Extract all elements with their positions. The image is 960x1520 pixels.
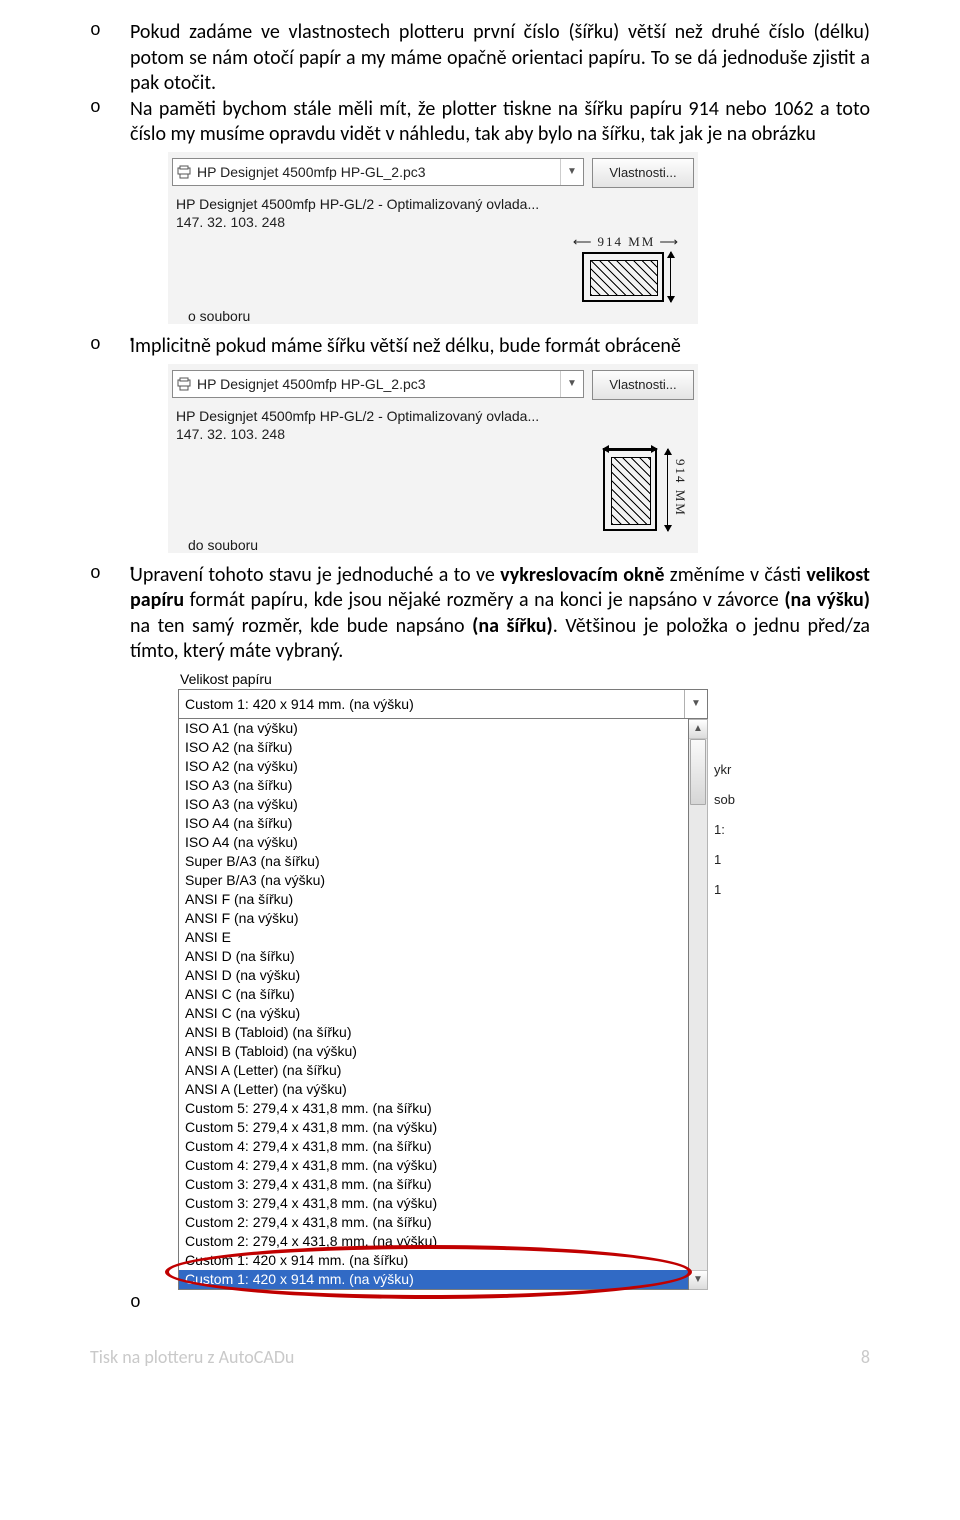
plotter-icon [177, 377, 191, 391]
paper-size-option[interactable]: ANSI D (na výšku) [179, 966, 688, 985]
scrollbar[interactable]: ▲ ▼ [689, 719, 708, 1290]
paper-size-option[interactable]: ISO A2 (na výšku) [179, 757, 688, 776]
properties-button-2[interactable]: Vlastnosti... [592, 370, 694, 400]
bullet-4: Upravení tohoto stavu je jednoduché a to… [90, 563, 870, 665]
ip-label-2: 147. 32. 103. 248 [168, 426, 698, 444]
chevron-down-icon[interactable]: ▼ [560, 371, 583, 397]
bullet-1-text: Pokud zadáme ve vlastnostech plotteru pr… [130, 20, 870, 95]
paper-size-option[interactable]: Super B/A3 (na výšku) [179, 871, 688, 890]
driver-label-2: HP Designjet 4500mfp HP-GL/2 - Optimaliz… [168, 404, 698, 426]
properties-button-label-2: Vlastnosti... [609, 377, 676, 392]
paper-size-option[interactable]: ISO A2 (na šířku) [179, 738, 688, 757]
paper-size-option[interactable]: Custom 1: 420 x 914 mm. (na výšku) [179, 1270, 688, 1289]
paper-preview: ⟵914 MM⟶ [573, 234, 680, 302]
ip-label: 147. 32. 103. 248 [168, 214, 698, 232]
fragment-label: o souboru [168, 308, 698, 324]
obscured-label: 1 [714, 875, 744, 905]
paper-width-label: 914 MM [597, 234, 655, 250]
paper-size-option[interactable]: ANSI A (Letter) (na šířku) [179, 1061, 688, 1080]
paper-height-label: 914 MM [672, 459, 688, 517]
paper-size-option[interactable]: ANSI C (na výšku) [179, 1004, 688, 1023]
bullet-2-text: Na paměti bychom stále měli mít, že plot… [130, 97, 870, 147]
b4-pre: Upravení tohoto stavu je jednoduché a to… [130, 563, 500, 587]
obscured-label: sob [714, 785, 744, 815]
b4-bold3: (na výšku) [784, 588, 870, 612]
plotter-icon [177, 165, 191, 179]
paper-size-option[interactable]: ISO A4 (na šířku) [179, 814, 688, 833]
paper-size-option[interactable]: ANSI E [179, 928, 688, 947]
paper-size-combobox[interactable]: Custom 1: 420 x 914 mm. (na výšku) ▼ [178, 689, 708, 719]
paper-size-option[interactable]: ANSI B (Tabloid) (na výšku) [179, 1042, 688, 1061]
footer-page-number: 8 [861, 1346, 870, 1368]
b4-mid1: změníme v části [664, 563, 806, 587]
properties-button[interactable]: Vlastnosti... [592, 158, 694, 188]
paper-size-option[interactable]: Custom 2: 279,4 x 431,8 mm. (na šířku) [179, 1213, 688, 1232]
paper-size-option[interactable]: Custom 2: 279,4 x 431,8 mm. (na výšku) [179, 1232, 688, 1251]
driver-label: HP Designjet 4500mfp HP-GL/2 - Optimaliz… [168, 192, 698, 214]
b4-bold1: vykreslovacím okně [500, 563, 664, 587]
paper-size-list[interactable]: ISO A1 (na výšku)ISO A2 (na šířku)ISO A2… [178, 719, 689, 1290]
paper-size-group: Velikost papíru Custom 1: 420 x 914 mm. … [178, 671, 708, 1290]
obscured-label: 1: [714, 815, 744, 845]
page-footer: Tisk na plotteru z AutoCADu 8 [0, 1322, 960, 1378]
paper-size-option[interactable]: Super B/A3 (na šířku) [179, 852, 688, 871]
obscured-right-labels: ykrsob1:11 [714, 755, 744, 905]
plotter-combo-value-2: HP Designjet 4500mfp HP-GL_2.pc3 [197, 376, 426, 392]
scroll-down-icon[interactable]: ▼ [689, 1270, 707, 1289]
bullet-1: Pokud zadáme ve vlastnostech plotteru pr… [90, 20, 870, 97]
paper-size-option[interactable]: ANSI F (na výšku) [179, 909, 688, 928]
b4-mid3: na ten samý rozměr, kde bude napsáno [130, 614, 472, 638]
paper-size-option[interactable]: ISO A4 (na výšku) [179, 833, 688, 852]
paper-size-option[interactable]: Custom 3: 279,4 x 431,8 mm. (na výšku) [179, 1194, 688, 1213]
plotter-combobox[interactable]: HP Designjet 4500mfp HP-GL_2.pc3 ▼ [172, 158, 584, 186]
plotter-panel-landscape: HP Designjet 4500mfp HP-GL_2.pc3 ▼ Vlast… [168, 152, 698, 324]
scrollbar-thumb[interactable] [690, 739, 706, 805]
plotter-combo-value: HP Designjet 4500mfp HP-GL_2.pc3 [197, 164, 426, 180]
paper-size-option[interactable]: ANSI C (na šířku) [179, 985, 688, 1004]
paper-size-option[interactable]: ISO A3 (na výšku) [179, 795, 688, 814]
bullet-2: Na paměti bychom stále měli mít, že plot… [90, 97, 870, 148]
sub-bullet-spacer-1 [130, 326, 870, 334]
footer-title: Tisk na plotteru z AutoCADu [90, 1346, 294, 1368]
paper-size-option[interactable]: Custom 3: 279,4 x 431,8 mm. (na šířku) [179, 1175, 688, 1194]
paper-size-option[interactable]: ANSI D (na šířku) [179, 947, 688, 966]
plotter-combobox-2[interactable]: HP Designjet 4500mfp HP-GL_2.pc3 ▼ [172, 370, 584, 398]
plotter-panel-portrait: HP Designjet 4500mfp HP-GL_2.pc3 ▼ Vlast… [168, 364, 698, 553]
obscured-label: ykr [714, 755, 744, 785]
paper-size-option[interactable]: ISO A3 (na šířku) [179, 776, 688, 795]
bullet-3: Implicitně pokud máme šířku větší než dé… [90, 334, 870, 360]
b4-bold4: (na šířku) [472, 614, 553, 638]
scrollbar-track[interactable] [689, 739, 707, 1270]
chevron-down-icon[interactable]: ▼ [560, 159, 583, 185]
scroll-up-icon[interactable]: ▲ [689, 720, 707, 739]
paper-size-option[interactable]: ANSI F (na šířku) [179, 890, 688, 909]
paper-size-option[interactable]: Custom 4: 279,4 x 431,8 mm. (na šířku) [179, 1137, 688, 1156]
paper-size-option[interactable]: ANSI B (Tabloid) (na šířku) [179, 1023, 688, 1042]
sub-bullet-spacer-2 [130, 555, 870, 563]
paper-size-combo-value: Custom 1: 420 x 914 mm. (na výšku) [185, 696, 414, 712]
paper-size-option[interactable]: Custom 5: 279,4 x 431,8 mm. (na výšku) [179, 1118, 688, 1137]
paper-size-option[interactable]: ANSI A (Letter) (na výšku) [179, 1080, 688, 1099]
fragment-label-2: do souboru [168, 537, 698, 553]
properties-button-label: Vlastnosti... [609, 165, 676, 180]
bullet-3-text: Implicitně pokud máme šířku větší než dé… [130, 334, 681, 358]
paper-size-group-label: Velikost papíru [178, 671, 708, 689]
paper-size-option[interactable]: Custom 5: 279,4 x 431,8 mm. (na šířku) [179, 1099, 688, 1118]
paper-size-option[interactable]: Custom 4: 279,4 x 431,8 mm. (na výšku) [179, 1156, 688, 1175]
paper-size-option[interactable]: Custom 1: 420 x 914 mm. (na šířku) [179, 1251, 688, 1270]
paper-preview-portrait: 914 MM [603, 446, 688, 531]
b4-mid2: formát papíru, kde jsou nějaké rozměry a… [184, 588, 784, 612]
paper-size-option[interactable]: ISO A1 (na výšku) [179, 719, 688, 738]
chevron-down-icon[interactable]: ▼ [684, 690, 707, 718]
obscured-label: 1 [714, 845, 744, 875]
